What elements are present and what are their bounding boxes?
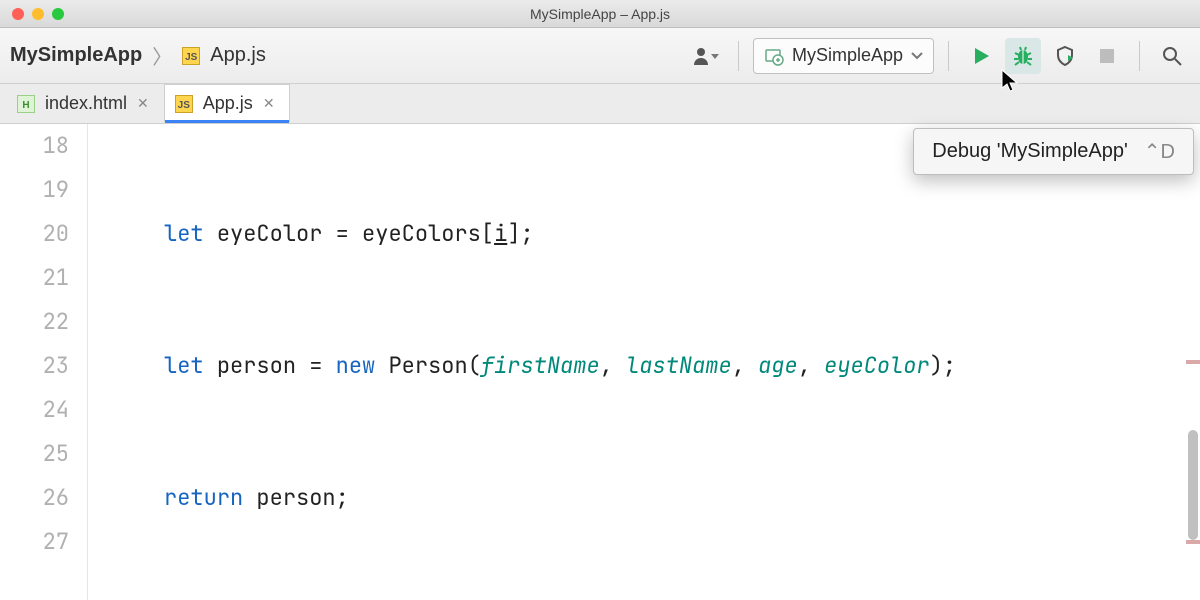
code-editor[interactable]: 18 19 20 21 22 23 24 25 26 27 let eyeCol… [0, 124, 1200, 600]
scrollbar-marker[interactable] [1186, 540, 1200, 544]
line-number[interactable]: 27 [0, 520, 69, 564]
code-line[interactable]: return person; [98, 476, 1200, 520]
debug-button[interactable] [1005, 38, 1041, 74]
js-file-icon: JS [182, 47, 200, 65]
window-titlebar: MySimpleApp – App.js [0, 0, 1200, 28]
breadcrumb[interactable]: MySimpleApp 〉 JS App.js [10, 41, 266, 70]
chevron-right-icon: 〉 [152, 41, 172, 70]
line-number[interactable]: 25 [0, 432, 69, 476]
minimize-window-icon[interactable] [32, 8, 44, 20]
line-number[interactable]: 21 [0, 256, 69, 300]
close-icon[interactable]: ✕ [137, 95, 149, 112]
chevron-down-icon [911, 52, 923, 60]
stop-button[interactable] [1089, 38, 1125, 74]
tooltip-shortcut: ⌃D [1144, 139, 1175, 164]
window-title: MySimpleApp – App.js [0, 6, 1200, 22]
code-line[interactable]: let person = new Person(firstName, lastN… [98, 344, 1200, 388]
tab-app-js[interactable]: JS App.js ✕ [164, 84, 290, 123]
scrollbar-thumb[interactable] [1188, 430, 1198, 540]
separator [738, 41, 739, 71]
run-config-icon [764, 46, 784, 66]
separator [948, 41, 949, 71]
code-area[interactable]: let eyeColor = eyeColors[i]; let person … [88, 124, 1200, 600]
js-file-icon: JS [175, 95, 193, 113]
line-number[interactable]: 22 [0, 300, 69, 344]
close-icon[interactable]: ✕ [263, 95, 275, 112]
editor-tabs: H index.html ✕ JS App.js ✕ [0, 84, 1200, 124]
search-button[interactable] [1154, 38, 1190, 74]
zoom-window-icon[interactable] [52, 8, 64, 20]
line-number[interactable]: 18 [0, 124, 69, 168]
code-line[interactable]: let eyeColor = eyeColors[i]; [98, 212, 1200, 256]
line-number[interactable]: 20 [0, 212, 69, 256]
line-number[interactable]: 23 [0, 344, 69, 388]
tab-index-html[interactable]: H index.html ✕ [6, 84, 164, 123]
breadcrumb-file[interactable]: App.js [210, 44, 266, 67]
coverage-button[interactable] [1047, 38, 1083, 74]
separator [1139, 41, 1140, 71]
window-controls [0, 8, 64, 20]
html-file-icon: H [17, 95, 35, 113]
run-button[interactable] [963, 38, 999, 74]
line-number[interactable]: 26 [0, 476, 69, 520]
run-config-label: MySimpleApp [792, 45, 903, 66]
run-config-selector[interactable]: MySimpleApp [753, 38, 934, 74]
breadcrumb-project[interactable]: MySimpleApp [10, 44, 142, 67]
tab-label: index.html [45, 93, 127, 114]
tab-label: App.js [203, 93, 253, 114]
gutter[interactable]: 18 19 20 21 22 23 24 25 26 27 [0, 124, 88, 600]
tooltip-text: Debug 'MySimpleApp' [932, 140, 1128, 163]
main-toolbar: MySimpleApp 〉 JS App.js MySimpleApp [0, 28, 1200, 84]
line-number[interactable]: 19 [0, 168, 69, 212]
debug-tooltip: Debug 'MySimpleApp' ⌃D [913, 128, 1194, 175]
user-dropdown[interactable] [688, 38, 724, 74]
scrollbar-marker[interactable] [1186, 360, 1200, 364]
close-window-icon[interactable] [12, 8, 24, 20]
line-number[interactable]: 24 [0, 388, 69, 432]
